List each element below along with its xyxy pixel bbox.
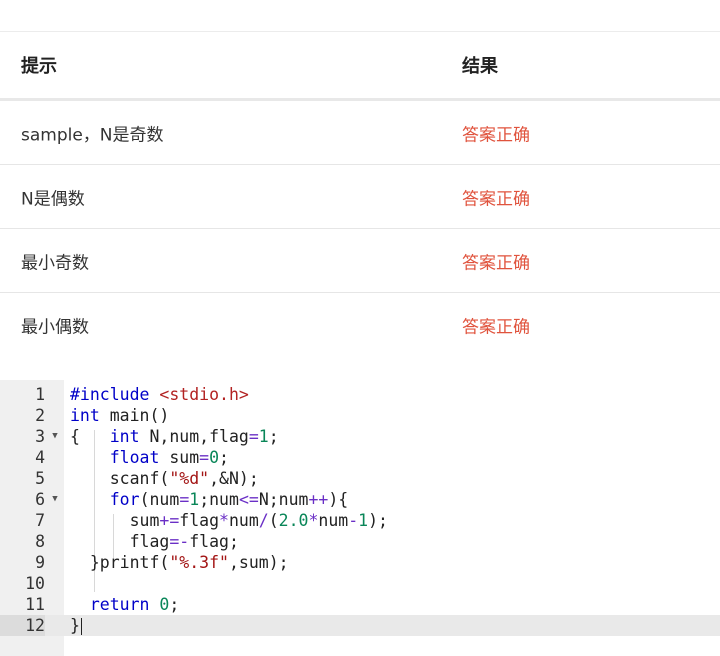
text-cursor: [80, 618, 82, 635]
code-line[interactable]: 3 ▼ { int N,num,flag=1;: [0, 426, 720, 447]
line-number: 1: [35, 385, 45, 404]
row-result: 答案正确: [462, 317, 530, 338]
row-hint: 最小偶数: [21, 317, 89, 338]
table-row: sample，N是奇数 答案正确: [0, 101, 720, 165]
fold-toggle-icon[interactable]: ▼: [49, 489, 61, 510]
code-line[interactable]: 11 return 0;: [0, 594, 720, 615]
row-result: 答案正确: [462, 189, 530, 209]
code-text: }: [70, 616, 82, 635]
code-text: #include <stdio.h>: [70, 385, 249, 404]
code-text: sum+=flag*num/(2.0*num-1);: [70, 511, 388, 530]
table-row: 最小偶数 答案正确: [0, 293, 720, 357]
code-line[interactable]: 5 scanf("%d",&N);: [0, 468, 720, 489]
row-result: 答案正确: [462, 253, 530, 273]
line-number: 6: [35, 490, 45, 509]
code-line[interactable]: 8 flag=-flag;: [0, 531, 720, 552]
code-line[interactable]: 10: [0, 573, 720, 594]
code-line[interactable]: 7 sum+=flag*num/(2.0*num-1);: [0, 510, 720, 531]
row-result: 答案正确: [462, 125, 530, 145]
line-number: 12: [0, 615, 45, 636]
row-hint: 最小奇数: [21, 253, 89, 273]
table-row: 最小奇数 答案正确: [0, 229, 720, 293]
code-line[interactable]: 12}: [0, 615, 720, 636]
row-hint: sample，N是奇数: [21, 125, 164, 145]
line-number: 5: [35, 469, 45, 488]
table-header: 提示 结果: [0, 32, 720, 101]
code-text: int main(): [70, 406, 170, 425]
line-number: 3: [35, 427, 45, 446]
code-text: for(num=1;num<=N;num++){: [109, 490, 349, 509]
line-number: 2: [35, 406, 45, 425]
code-text: flag=-flag;: [70, 532, 239, 551]
fold-toggle-icon[interactable]: ▼: [49, 426, 61, 447]
row-hint: N是偶数: [21, 189, 85, 209]
line-number: 8: [35, 532, 45, 551]
code-line[interactable]: 4 float sum=0;: [0, 447, 720, 468]
table-row: N是偶数 答案正确: [0, 165, 720, 229]
line-number: 9: [35, 553, 45, 572]
column-header-result: 结果: [462, 56, 498, 77]
test-results-table: 提示 结果 sample，N是奇数 答案正确 N是偶数 答案正确 最小奇数 答案…: [0, 32, 720, 357]
code-editor[interactable]: 1 #include <stdio.h> 2 int main() 3 ▼{ int N,…: [0, 380, 720, 656]
line-number: 11: [25, 595, 45, 614]
line-number: 4: [35, 448, 45, 467]
column-header-hint: 提示: [21, 56, 57, 77]
code-text: return 0;: [89, 595, 180, 614]
code-line[interactable]: 9 }printf("%.3f",sum);: [0, 552, 720, 573]
code-text: float sum=0;: [109, 448, 229, 467]
code-text: scanf("%d",&N);: [70, 469, 259, 488]
code-line[interactable]: 2 int main(): [0, 405, 720, 426]
code-line[interactable]: 1 #include <stdio.h>: [0, 384, 720, 405]
top-strip: [0, 0, 720, 32]
code-line[interactable]: 6 ▼ for(num=1;num<=N;num++){: [0, 489, 720, 510]
code-text: }printf("%.3f",sum);: [70, 553, 289, 572]
line-number: 7: [35, 511, 45, 530]
line-number: 10: [25, 574, 45, 593]
code-text: { int N,num,flag=1;: [70, 427, 279, 446]
